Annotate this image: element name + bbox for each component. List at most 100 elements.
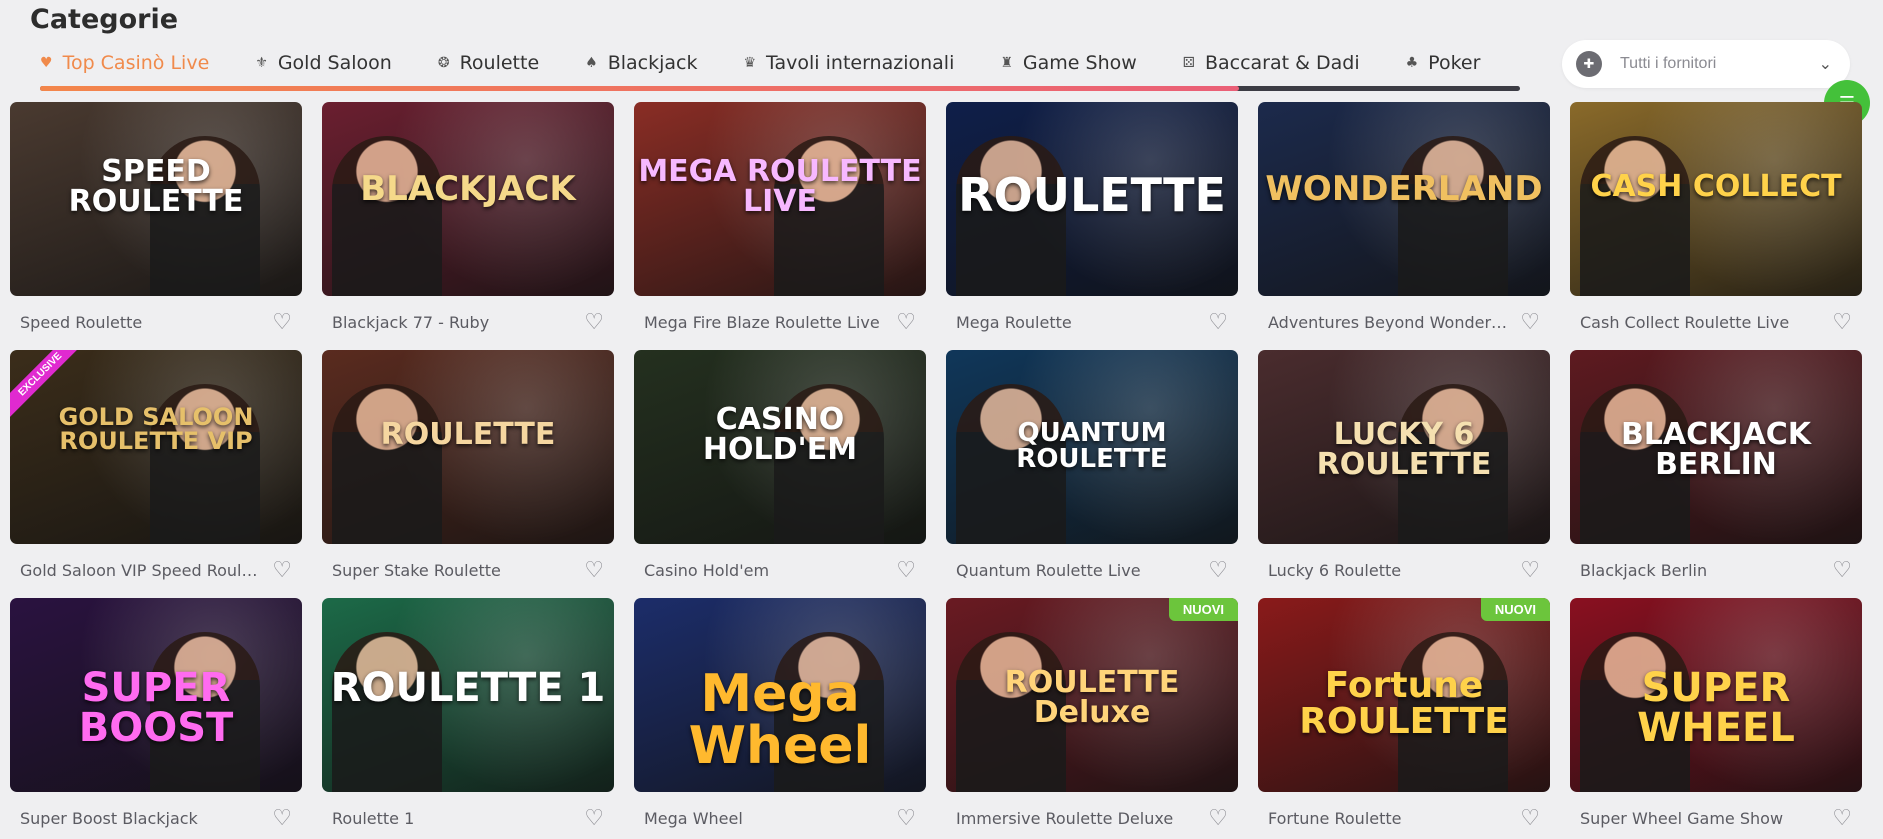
tab-poker[interactable]: ♣ Poker xyxy=(1406,52,1481,74)
game-art-title: LUCKY 6 ROULETTE xyxy=(1316,417,1492,482)
game-card: QUANTUM ROULETTE Quantum Roulette Live ♡ xyxy=(946,350,1238,598)
favorite-heart-icon[interactable]: ♡ xyxy=(1832,311,1852,333)
game-name[interactable]: Super Stake Roulette xyxy=(332,561,501,580)
tab-tavoli-internazionali[interactable]: ♛ Tavoli internazionali xyxy=(743,52,954,74)
favorite-heart-icon[interactable]: ♡ xyxy=(896,807,916,829)
game-thumbnail[interactable]: BLACKJACK BERLIN xyxy=(1570,350,1862,544)
game-name[interactable]: Super Wheel Game Show xyxy=(1580,809,1783,828)
game-meta: Speed Roulette ♡ xyxy=(10,296,302,348)
favorite-heart-icon[interactable]: ♡ xyxy=(1832,559,1852,581)
page-title: Categorie xyxy=(30,4,179,35)
game-art-title: ROULETTE Deluxe xyxy=(1004,665,1180,730)
game-art-title: QUANTUM ROULETTE xyxy=(1016,418,1168,474)
casino-live-page: Categorie ♥ Top Casinò Live ⚜ Gold Saloon ❂ R… xyxy=(0,0,1883,839)
game-art-title: GOLD SALOON ROULETTE VIP xyxy=(58,403,254,455)
favorite-heart-icon[interactable]: ♡ xyxy=(1208,311,1228,333)
game-name[interactable]: Mega Fire Blaze Roulette Live xyxy=(644,313,880,332)
favorite-heart-icon[interactable]: ♡ xyxy=(1832,807,1852,829)
favorite-heart-icon[interactable]: ♡ xyxy=(896,559,916,581)
game-name[interactable]: Super Boost Blackjack xyxy=(20,809,198,828)
game-thumbnail[interactable]: Mega Wheel xyxy=(634,598,926,792)
game-name[interactable]: Mega Wheel xyxy=(644,809,743,828)
game-name[interactable]: Blackjack Berlin xyxy=(1580,561,1707,580)
favorite-heart-icon[interactable]: ♡ xyxy=(584,559,604,581)
tab-icon: ⚜ xyxy=(255,55,268,71)
game-thumbnail[interactable]: CASINO HOLD'EM xyxy=(634,350,926,544)
game-art-title: CASH COLLECT xyxy=(1590,169,1842,204)
game-thumbnail[interactable]: WONDERLAND xyxy=(1258,102,1550,296)
game-thumbnail[interactable]: CASH COLLECT xyxy=(1570,102,1862,296)
favorite-heart-icon[interactable]: ♡ xyxy=(1520,807,1540,829)
game-name[interactable]: Mega Roulette xyxy=(956,313,1072,332)
tab-label: Top Casinò Live xyxy=(62,52,210,74)
game-name[interactable]: Cash Collect Roulette Live xyxy=(1580,313,1789,332)
game-thumbnail[interactable]: ROULETTE Deluxe NUOVI xyxy=(946,598,1238,792)
tab-icon: ♣ xyxy=(1405,55,1419,71)
game-meta: Roulette 1 ♡ xyxy=(322,792,614,839)
game-name[interactable]: Immersive Roulette Deluxe xyxy=(956,809,1173,828)
game-art-title: SPEED ROULETTE xyxy=(68,154,244,219)
game-meta: Casino Hold'em ♡ xyxy=(634,544,926,596)
favorite-heart-icon[interactable]: ♡ xyxy=(1208,807,1228,829)
favorite-heart-icon[interactable]: ♡ xyxy=(584,311,604,333)
tab-scrollbar[interactable] xyxy=(40,86,1520,91)
game-thumbnail[interactable]: ROULETTE xyxy=(946,102,1238,296)
tab-gold-saloon[interactable]: ⚜ Gold Saloon xyxy=(255,52,392,74)
game-card: LUCKY 6 ROULETTE Lucky 6 Roulette ♡ xyxy=(1258,350,1550,598)
tab-game-show[interactable]: ♜ Game Show xyxy=(1000,52,1136,74)
favorite-heart-icon[interactable]: ♡ xyxy=(1520,311,1540,333)
tab-roulette[interactable]: ❂ Roulette xyxy=(438,52,539,74)
game-name[interactable]: Speed Roulette xyxy=(20,313,142,332)
game-thumbnail[interactable]: ROULETTE 1 xyxy=(322,598,614,792)
game-meta: Mega Fire Blaze Roulette Live ♡ xyxy=(634,296,926,348)
game-card: WONDERLAND Adventures Beyond Wonderland L… xyxy=(1258,102,1550,350)
game-art-title: Mega Wheel xyxy=(688,664,872,776)
tab-top-casin-live[interactable]: ♥ Top Casinò Live xyxy=(40,52,209,74)
tab-label: Roulette xyxy=(459,52,540,74)
game-name[interactable]: Quantum Roulette Live xyxy=(956,561,1141,580)
favorite-heart-icon[interactable]: ♡ xyxy=(1208,559,1228,581)
tab-label: Gold Saloon xyxy=(277,52,392,74)
game-name[interactable]: Fortune Roulette xyxy=(1268,809,1402,828)
game-name[interactable]: Roulette 1 xyxy=(332,809,414,828)
favorite-heart-icon[interactable]: ♡ xyxy=(272,311,292,333)
game-thumbnail[interactable]: Fortune ROULETTE NUOVI xyxy=(1258,598,1550,792)
tab-baccarat-dadi[interactable]: ⚄ Baccarat & Dadi xyxy=(1183,52,1360,74)
game-card: CASH COLLECT Cash Collect Roulette Live ♡ xyxy=(1570,102,1862,350)
game-name[interactable]: Blackjack 77 - Ruby xyxy=(332,313,489,332)
game-name[interactable]: Casino Hold'em xyxy=(644,561,769,580)
game-art-title: SUPER BOOST xyxy=(78,665,234,751)
game-thumbnail[interactable]: QUANTUM ROULETTE xyxy=(946,350,1238,544)
game-thumbnail[interactable]: SUPER WHEEL xyxy=(1570,598,1862,792)
game-thumbnail[interactable]: MEGA ROULETTE LIVE xyxy=(634,102,926,296)
tab-blackjack[interactable]: ♠ Blackjack xyxy=(585,52,697,74)
game-thumbnail[interactable]: GOLD SALOON ROULETTE VIP EXCLUSIVE xyxy=(10,350,302,544)
game-card: SUPER BOOST Super Boost Blackjack ♡ xyxy=(10,598,302,839)
favorite-heart-icon[interactable]: ♡ xyxy=(272,807,292,829)
game-thumbnail[interactable]: SUPER BOOST xyxy=(10,598,302,792)
game-thumbnail[interactable]: BLACKJACK xyxy=(322,102,614,296)
favorite-heart-icon[interactable]: ♡ xyxy=(896,311,916,333)
game-meta: Mega Wheel ♡ xyxy=(634,792,926,839)
favorite-heart-icon[interactable]: ♡ xyxy=(1520,559,1540,581)
game-thumbnail[interactable]: SPEED ROULETTE xyxy=(10,102,302,296)
dealer-figure xyxy=(332,136,442,296)
game-thumbnail[interactable]: ROULETTE xyxy=(322,350,614,544)
game-meta: Super Boost Blackjack ♡ xyxy=(10,792,302,839)
favorite-heart-icon[interactable]: ♡ xyxy=(272,559,292,581)
new-badge: NUOVI xyxy=(1168,598,1238,621)
game-meta: Fortune Roulette ♡ xyxy=(1258,792,1550,839)
dealer-figure xyxy=(1580,136,1690,296)
favorite-heart-icon[interactable]: ♡ xyxy=(584,807,604,829)
game-art-title: CASINO HOLD'EM xyxy=(702,402,858,467)
game-name[interactable]: Adventures Beyond Wonderland Live xyxy=(1268,313,1508,332)
game-meta: Super Wheel Game Show ♡ xyxy=(1570,792,1862,839)
game-name[interactable]: Gold Saloon VIP Speed Roulette xyxy=(20,561,260,580)
game-name[interactable]: Lucky 6 Roulette xyxy=(1268,561,1401,580)
tab-row: ♥ Top Casinò Live ⚜ Gold Saloon ❂ Roulette ♠ Bl… xyxy=(40,46,1520,80)
tab-icon: ♠ xyxy=(585,55,598,71)
provider-filter-select[interactable]: ✚ Tutti i fornitori ⌄ xyxy=(1562,40,1850,88)
game-thumbnail[interactable]: LUCKY 6 ROULETTE xyxy=(1258,350,1550,544)
game-card: Fortune ROULETTE NUOVI Fortune Roulette ♡ xyxy=(1258,598,1550,839)
tab-scroll-progress xyxy=(40,86,1239,91)
